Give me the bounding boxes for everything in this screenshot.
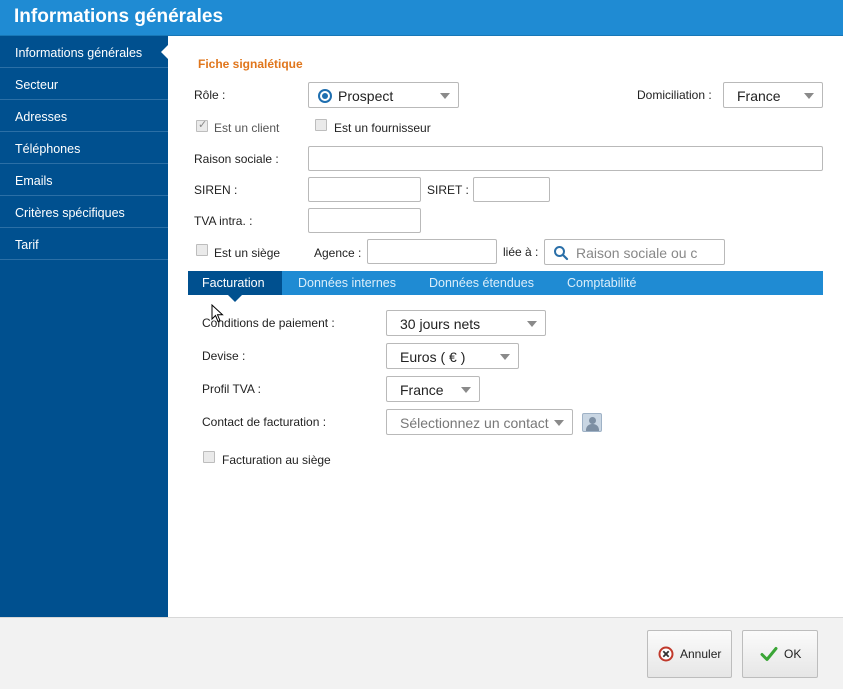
chevron-down-icon	[527, 321, 537, 327]
window-titlebar: Informations générales	[0, 0, 843, 36]
sidebar-item-emails[interactable]: Emails	[0, 164, 168, 196]
chevron-down-icon	[554, 420, 564, 426]
tabs-bar: Facturation Données internes Données éte…	[188, 271, 823, 302]
tab-label: Facturation	[202, 276, 265, 290]
siren-label: SIREN :	[194, 183, 238, 197]
ok-button[interactable]: OK	[742, 630, 818, 678]
sidebar-item-tarif[interactable]: Tarif	[0, 228, 168, 260]
siret-input[interactable]	[473, 177, 550, 202]
contact-facturation-label: Contact de facturation :	[202, 415, 327, 429]
role-value: Prospect	[338, 88, 394, 104]
client-checkbox[interactable]	[196, 118, 208, 132]
devise-value: Euros ( € )	[400, 349, 466, 365]
liee-label: liée à :	[503, 245, 539, 259]
tab-label: Données internes	[298, 276, 396, 290]
tva-label: TVA intra. :	[194, 214, 253, 228]
chevron-down-icon	[500, 354, 510, 360]
section-title-fiche: Fiche signalétique	[198, 57, 303, 71]
window-title: Informations générales	[14, 6, 224, 27]
sidebar-item-label: Tarif	[15, 238, 39, 252]
fournisseur-checkbox[interactable]	[315, 119, 327, 131]
profil-tva-label: Profil TVA :	[202, 382, 261, 396]
tva-input[interactable]	[308, 208, 421, 233]
siege-checkbox[interactable]	[196, 244, 208, 256]
sidebar-item-secteur[interactable]: Secteur	[0, 68, 168, 100]
profil-tva-select[interactable]: France	[386, 376, 480, 402]
role-select[interactable]: Prospect	[308, 82, 459, 108]
role-label: Rôle :	[194, 88, 226, 102]
sidebar-item-label: Secteur	[15, 78, 59, 92]
sidebar-item-adresses[interactable]: Adresses	[0, 100, 168, 132]
tab-donnees-internes[interactable]: Données internes	[298, 271, 396, 295]
facturation-siege-checkbox[interactable]	[203, 451, 215, 463]
siege-label: Est un siège	[214, 246, 281, 260]
sidebar-item-label: Critères spécifiques	[15, 206, 125, 220]
search-icon	[554, 246, 569, 261]
sidebar: Informations générales Secteur Adresses …	[0, 36, 168, 617]
domiciliation-label: Domiciliation :	[637, 88, 712, 102]
chevron-down-icon	[461, 387, 471, 393]
tab-facturation[interactable]: Facturation	[188, 271, 282, 302]
tab-label: Données étendues	[429, 276, 534, 290]
fournisseur-label: Est un fournisseur	[334, 121, 431, 135]
cancel-button[interactable]: Annuler	[647, 630, 732, 678]
tab-label: Comptabilité	[567, 276, 637, 290]
sidebar-item-informations-generales[interactable]: Informations générales	[0, 36, 168, 68]
footer-bar: Annuler OK	[0, 617, 843, 689]
tab-comptabilite[interactable]: Comptabilité	[567, 271, 636, 295]
facturation-siege-label: Facturation au siège	[222, 453, 331, 467]
prospect-icon	[318, 89, 332, 103]
sidebar-item-label: Téléphones	[15, 142, 81, 156]
siret-label: SIRET :	[427, 183, 469, 197]
raison-sociale-label: Raison sociale :	[194, 152, 279, 166]
conditions-paiement-select[interactable]: 30 jours nets	[386, 310, 546, 336]
mouse-cursor-icon	[211, 304, 224, 323]
main-content: Fiche signalétique Rôle : Prospect Domic…	[168, 36, 843, 617]
user-contact-icon[interactable]	[582, 413, 602, 432]
devise-select[interactable]: Euros ( € )	[386, 343, 519, 369]
conditions-paiement-value: 30 jours nets	[400, 316, 481, 332]
chevron-down-icon	[440, 93, 450, 99]
liee-search-input[interactable]: Raison sociale ou c	[544, 239, 725, 265]
agence-input[interactable]	[367, 239, 497, 264]
sidebar-item-criteres-specifiques[interactable]: Critères spécifiques	[0, 196, 168, 228]
sidebar-item-label: Emails	[15, 174, 53, 188]
raison-sociale-input[interactable]	[308, 146, 823, 171]
ok-label: OK	[784, 647, 802, 661]
agence-label: Agence :	[314, 246, 362, 260]
cancel-icon	[658, 646, 674, 662]
siren-input[interactable]	[308, 177, 421, 202]
client-label: Est un client	[214, 121, 280, 135]
chevron-down-icon	[804, 93, 814, 99]
devise-label: Devise :	[202, 349, 246, 363]
sidebar-item-label: Adresses	[15, 110, 68, 124]
contact-facturation-select[interactable]: Sélectionnez un contact	[386, 409, 573, 435]
contact-facturation-placeholder: Sélectionnez un contact	[400, 415, 549, 431]
sidebar-item-telephones[interactable]: Téléphones	[0, 132, 168, 164]
domiciliation-select[interactable]: France	[723, 82, 823, 108]
liee-placeholder: Raison sociale ou c	[576, 245, 698, 261]
profil-tva-value: France	[400, 382, 444, 398]
cancel-label: Annuler	[680, 647, 722, 661]
domiciliation-value: France	[737, 88, 781, 104]
sidebar-item-label: Informations générales	[15, 46, 143, 60]
tab-donnees-etendues[interactable]: Données étendues	[429, 271, 534, 295]
checkmark-icon	[760, 647, 778, 661]
